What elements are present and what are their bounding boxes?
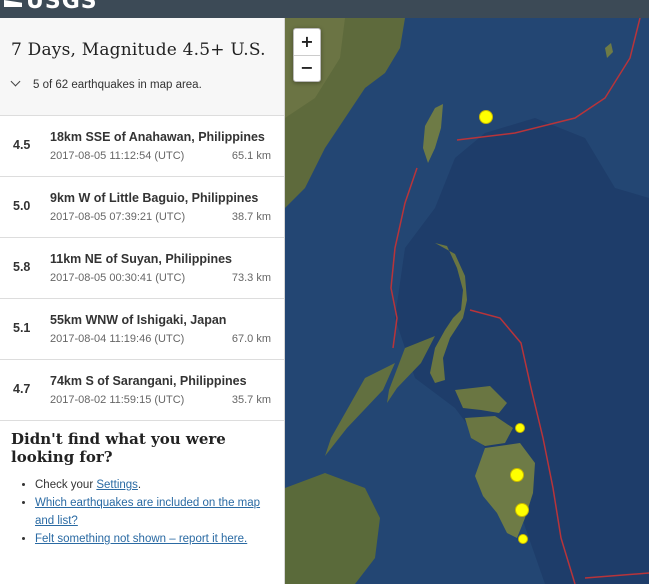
time: 2017-08-05 11:12:54 (UTC) <box>50 150 185 162</box>
place: 11km NE of Suyan, Philippines <box>50 252 232 266</box>
help-heading: Didn't find what you were looking for? <box>11 430 226 466</box>
report-felt-link[interactable]: Felt something not shown – report it her… <box>35 533 247 545</box>
earthquake-count-toggle[interactable]: 5 of 62 earthquakes in map area. <box>10 76 202 91</box>
earthquake-marker-anahawan[interactable] <box>515 423 525 433</box>
help-item-suffix: . <box>137 479 142 491</box>
time: 2017-08-05 00:30:41 (UTC) <box>50 272 186 284</box>
zoom-out-button[interactable]: − <box>294 55 320 81</box>
earthquake-marker-little-baguio[interactable] <box>510 468 524 482</box>
depth: 65.1 km <box>231 150 271 162</box>
zoom-in-button[interactable]: + <box>294 29 320 55</box>
time: 2017-08-02 11:59:15 (UTC) <box>50 394 185 406</box>
help-item-prefix: Check your <box>35 479 97 491</box>
magnitude: 4.5 <box>13 138 31 152</box>
borneo <box>285 473 380 584</box>
magnitude: 5.1 <box>13 321 31 335</box>
help-item-included: Which earthquakes are included on the ma… <box>35 494 273 530</box>
zoom-control: + − <box>293 28 321 82</box>
list-item[interactable]: 5.8 11km NE of Suyan, Philippines 2017-0… <box>0 238 284 299</box>
included-earthquakes-link[interactable]: Which earthquakes are included on the ma… <box>35 497 260 527</box>
time: 2017-08-05 07:39:21 (UTC) <box>50 211 186 223</box>
logo-mark-icon <box>4 0 22 7</box>
help-item-settings: Check your Settings. <box>35 476 273 494</box>
list-title: 7 Days, Magnitude 4.5+ U.S. <box>11 40 266 60</box>
place: 55km WNW of Ishigaki, Japan <box>50 313 227 327</box>
earthquake-marker-suyan[interactable] <box>515 503 529 517</box>
help-item-report: Felt something not shown – report it her… <box>35 530 273 548</box>
magnitude: 5.8 <box>13 260 31 274</box>
depth: 67.0 km <box>231 333 271 345</box>
depth: 73.3 km <box>231 272 271 284</box>
header-bar: USGS <box>0 0 649 18</box>
list-item[interactable]: 4.5 18km SSE of Anahawan, Philippines 20… <box>0 116 284 177</box>
time: 2017-08-04 11:19:46 (UTC) <box>50 333 185 345</box>
help-list: Check your Settings. Which earthquakes a… <box>11 476 273 548</box>
place: 74km S of Sarangani, Philippines <box>50 374 247 388</box>
chevron-down-icon <box>10 76 21 87</box>
magnitude: 4.7 <box>13 382 31 396</box>
place: 18km SSE of Anahawan, Philippines <box>50 130 265 144</box>
depth: 35.7 km <box>231 394 271 406</box>
list-item[interactable]: 4.7 74km S of Sarangani, Philippines 201… <box>0 360 284 421</box>
settings-link[interactable]: Settings <box>96 479 138 491</box>
earthquake-marker-ishigaki[interactable] <box>479 110 493 124</box>
map-canvas <box>285 18 649 584</box>
place: 9km W of Little Baguio, Philippines <box>50 191 259 205</box>
depth: 38.7 km <box>231 211 271 223</box>
logo-text: USGS <box>26 0 98 14</box>
map-view[interactable] <box>285 18 649 584</box>
list-item[interactable]: 5.1 55km WNW of Ishigaki, Japan 2017-08-… <box>0 299 284 360</box>
magnitude: 5.0 <box>13 199 31 213</box>
earthquake-count: 5 of 62 earthquakes in map area. <box>33 79 202 91</box>
list-item[interactable]: 5.0 9km W of Little Baguio, Philippines … <box>0 177 284 238</box>
earthquake-marker-sarangani[interactable] <box>518 534 528 544</box>
help-section: Didn't find what you were looking for? C… <box>11 430 273 548</box>
list-header: 7 Days, Magnitude 4.5+ U.S. 5 of 62 eart… <box>0 18 284 116</box>
